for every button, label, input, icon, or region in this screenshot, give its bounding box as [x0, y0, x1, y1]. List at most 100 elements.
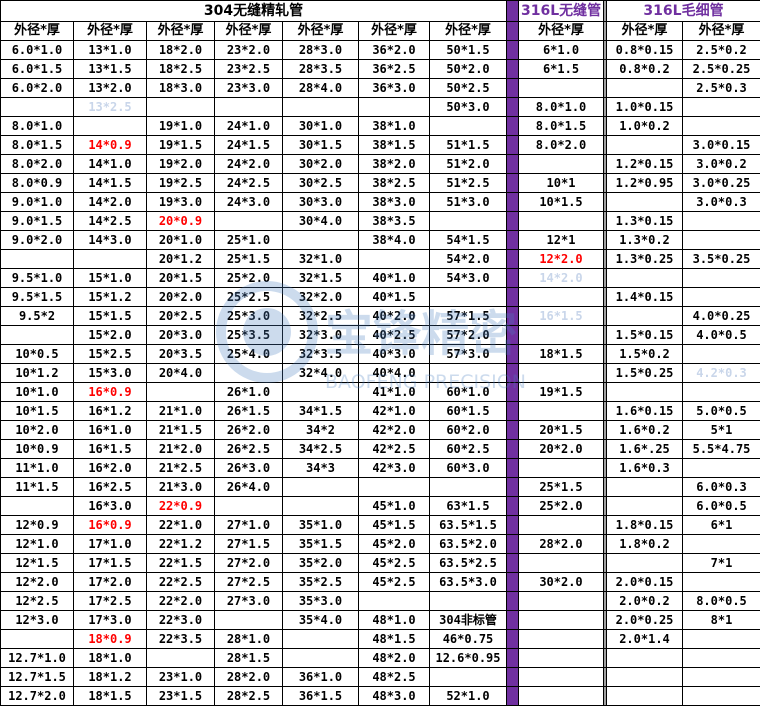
purple-separator — [506, 496, 519, 516]
spec-cell: 12*1.5 — [0, 553, 74, 573]
spec-cell: 12*2.5 — [0, 591, 74, 611]
spec-cell: 13*1.5 — [73, 59, 147, 79]
spec-cell: 25*1.5 — [214, 249, 283, 269]
spec-cell: 13*2.0 — [73, 78, 147, 98]
spec-cell: 60*3.0 — [429, 458, 507, 478]
spec-cell: 52*1.0 — [429, 686, 507, 706]
table-row: 9.5*1.5 15*1.2 20*2.0 25*2.5 32*2.0 40*1.5 1.4… — [0, 287, 760, 307]
table-row: 11*1.5 16*2.5 21*3.0 26*4.0 25*1.5 6.0*0.3 — [0, 477, 760, 497]
spec-cell — [606, 496, 683, 516]
table-row: 10*1.5 16*1.2 21*1.0 26*1.5 34*1.5 42*1.0 60*1… — [0, 401, 760, 421]
spec-cell: 48*2.0 — [358, 648, 430, 668]
purple-separator — [506, 306, 519, 326]
spec-cell: 10*0.5 — [0, 344, 74, 364]
table-row: 16*3.0 22*0.9 45*1.0 63*1.5 25*2.0 6.0*0.5 — [0, 496, 760, 516]
spec-cell: 14*1.5 — [73, 173, 147, 193]
spec-cell: 57*1.5 — [429, 306, 507, 326]
spec-cell: 16*1.5 — [518, 306, 604, 326]
spec-cell: 19*2.0 — [146, 154, 215, 174]
spec-cell: 20*4.0 — [146, 363, 215, 383]
header-row: 外径*厚 外径*厚 外径*厚 外径*厚 外径*厚 外径*厚 外径*厚 外径*厚 … — [0, 21, 760, 41]
spec-cell: 8.0*0.5 — [682, 591, 760, 611]
spec-cell: 8*1 — [682, 610, 760, 630]
spec-cell: 5.5*4.75 — [682, 439, 760, 459]
spec-cell: 60*1.0 — [429, 382, 507, 402]
spec-cell: 10*1.5 — [0, 401, 74, 421]
spec-cell: 20*1.5 — [146, 268, 215, 288]
spec-cell: 9.0*2.0 — [0, 230, 74, 250]
spec-cell: 9.5*2 — [0, 306, 74, 326]
spec-cell: 30*2.0 — [282, 154, 359, 174]
spec-cell: 19*1.5 — [518, 382, 604, 402]
spec-cell: 20*2.0 — [518, 439, 604, 459]
spec-cell: 28*3.5 — [282, 59, 359, 79]
spec-cell: 26*3.0 — [214, 458, 283, 478]
spec-cell: 63.5*3.0 — [429, 572, 507, 592]
spec-sheet: 304无缝精轧管 316L无缝管 316L毛细管 外径*厚 外径*厚 外径*厚 … — [0, 0, 760, 707]
table-row: 13*2.5 50*3.0 8.0*1.0 1.0*0.15 — [0, 97, 760, 117]
spec-cell: 2.5*0.2 — [682, 40, 760, 60]
table-row: 12*3.0 17*3.0 22*3.0 35*4.0 48*1.0 304非标管 2.0*… — [0, 610, 760, 630]
spec-cell: 50*1.5 — [429, 40, 507, 60]
spec-cell — [282, 382, 359, 402]
spec-cell: 16*2.5 — [73, 477, 147, 497]
table-row: 6.0*1.0 13*1.0 18*2.0 23*2.0 28*3.0 36*2.0 50*… — [0, 40, 760, 60]
purple-separator — [506, 173, 519, 193]
spec-cell — [358, 97, 430, 117]
spec-cell: 1.3*0.25 — [606, 249, 683, 269]
purple-separator — [506, 192, 519, 212]
spec-cell — [682, 97, 760, 117]
spec-cell: 1.5*0.2 — [606, 344, 683, 364]
spec-cell: 34*1.5 — [282, 401, 359, 421]
purple-separator — [506, 667, 519, 687]
spec-cell: 25*1.5 — [518, 477, 604, 497]
spec-cell: 45*1.0 — [358, 496, 430, 516]
spec-cell: 25*2.5 — [214, 287, 283, 307]
purple-separator — [506, 135, 519, 155]
spec-cell: 27*2.5 — [214, 572, 283, 592]
spec-cell: 35*2.0 — [282, 553, 359, 573]
spec-cell — [146, 382, 215, 402]
spec-cell — [214, 363, 283, 383]
spec-cell: 18*2.5 — [146, 59, 215, 79]
spec-cell — [358, 477, 430, 497]
spec-cell: 3.0*0.2 — [682, 154, 760, 174]
spec-cell: 46*0.75 — [429, 629, 507, 649]
column-header: 外径*厚 — [146, 21, 215, 41]
spec-cell: 35*3.0 — [282, 591, 359, 611]
spec-cell: 22*2.0 — [146, 591, 215, 611]
spec-cell — [682, 344, 760, 364]
spec-cell: 24*1.5 — [214, 135, 283, 155]
table-row: 20*1.2 25*1.5 32*1.0 54*2.0 12*2.0 1.3*0.25 3.… — [0, 249, 760, 269]
spec-cell — [518, 553, 604, 573]
spec-cell: 2.0*0.25 — [606, 610, 683, 630]
spec-cell: 9.0*1.0 — [0, 192, 74, 212]
spec-cell: 4.0*0.25 — [682, 306, 760, 326]
spec-cell: 26*1.5 — [214, 401, 283, 421]
spec-cell: 9.5*1.5 — [0, 287, 74, 307]
spec-cell: 48*1.0 — [358, 610, 430, 630]
purple-separator — [506, 515, 519, 535]
spec-cell: 16*0.9 — [73, 515, 147, 535]
spec-cell: 17*2.0 — [73, 572, 147, 592]
spec-cell: 18*1.0 — [73, 648, 147, 668]
spec-cell: 15*3.0 — [73, 363, 147, 383]
spec-cell: 48*2.5 — [358, 667, 430, 687]
spec-cell — [606, 648, 683, 668]
spec-cell: 18*2.0 — [146, 40, 215, 60]
spec-cell: 23*1.5 — [146, 686, 215, 706]
spec-cell: 1.8*0.15 — [606, 515, 683, 535]
spec-cell: 17*2.5 — [73, 591, 147, 611]
spec-cell — [0, 629, 74, 649]
spec-cell — [606, 477, 683, 497]
spec-cell: 34*3 — [282, 458, 359, 478]
spec-cell: 34*2 — [282, 420, 359, 440]
spec-cell: 42*3.0 — [358, 458, 430, 478]
spec-cell — [0, 325, 74, 345]
spec-cell: 16*3.0 — [73, 496, 147, 516]
spec-cell: 2.0*0.2 — [606, 591, 683, 611]
spec-cell: 18*3.0 — [146, 78, 215, 98]
spec-cell: 18*1.5 — [73, 686, 147, 706]
spec-cell: 1.2*0.15 — [606, 154, 683, 174]
spec-cell: 15*2.0 — [73, 325, 147, 345]
